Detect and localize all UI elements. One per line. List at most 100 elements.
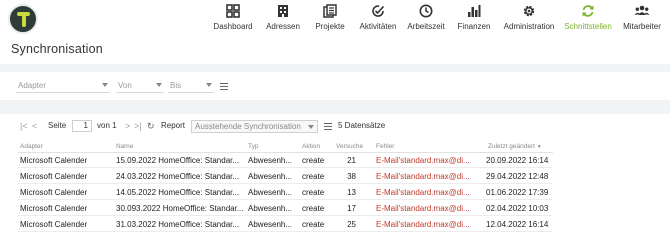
cell-typ: Abwesenh... [248, 188, 293, 197]
nav-schnittstellen-label: Schnittstellen [564, 22, 612, 31]
nav-finanzen[interactable]: Finanzen [453, 2, 495, 38]
sync-icon [581, 2, 595, 20]
nav-adressen-label: Adressen [266, 22, 300, 31]
von-select-value: Von [118, 81, 132, 90]
bar-chart-icon [467, 2, 481, 20]
cell-name: 31.03.2022 HomeOffice: Standar... [116, 220, 240, 229]
cell-typ: Abwesenh... [248, 220, 293, 229]
divider [0, 100, 670, 114]
table-row[interactable]: Microsoft Calender 14.05.2022 HomeOffice… [18, 185, 553, 200]
nav-arbeitszeit[interactable]: Arbeitszeit [404, 2, 448, 38]
adapter-select[interactable]: Adapter [16, 79, 110, 93]
cell-fehler: E-Mail'standard.max@di... [376, 156, 470, 165]
cell-aktion: create [302, 172, 325, 181]
cell-aktion: create [302, 220, 325, 229]
cell-name: 14.05.2022 HomeOffice: Standar... [116, 188, 240, 197]
column-header-name[interactable]: Name [116, 143, 133, 150]
bis-date-select[interactable]: Bis [168, 79, 214, 93]
cell-zuletzt: 20.09.2022 16:14 [486, 156, 549, 165]
dashboard-icon [226, 2, 240, 20]
nav-aktivitaeten[interactable]: Aktivitäten [355, 2, 401, 38]
nav-projekte[interactable]: Projekte [309, 2, 351, 38]
table-row[interactable]: Microsoft Calender 15.09.2022 HomeOffice… [18, 153, 553, 168]
table-row[interactable]: Microsoft Calender 24.03.2022 HomeOffice… [18, 169, 553, 184]
clock-icon [419, 2, 433, 20]
cell-typ: Abwesenh... [248, 204, 293, 213]
column-header-typ[interactable]: Typ [248, 143, 258, 150]
column-header-zuletzt-label: Zuletzt geändert [488, 143, 535, 150]
gear-icon [522, 2, 536, 20]
page-of-label: von 1 [97, 121, 117, 130]
von-date-select[interactable]: Von [116, 79, 164, 93]
table-row[interactable]: Microsoft Calender 30.093.2022 HomeOffic… [18, 201, 553, 216]
nav-administration[interactable]: Administration [500, 2, 558, 38]
report-select-value: Ausstehende Synchronisation [195, 122, 301, 131]
cell-name: 15.09.2022 HomeOffice: Standar... [116, 156, 240, 165]
cell-typ: Abwesenh... [248, 156, 293, 165]
table-row[interactable]: Microsoft Calender 31.03.2022 HomeOffice… [18, 217, 553, 232]
cell-adapter: Microsoft Calender [20, 220, 88, 229]
page-title: Synchronisation [11, 42, 103, 56]
nav-aktivitaeten-label: Aktivitäten [359, 22, 397, 31]
nav-mitarbeiter-label: Mitarbeiter [623, 22, 661, 31]
chevron-down-icon [102, 83, 108, 87]
cell-zuletzt: 12.04.2022 16:14 [486, 220, 549, 229]
projects-icon [323, 2, 337, 20]
report-menu-icon[interactable] [324, 123, 332, 130]
record-count: 5 Datensätze [338, 121, 386, 130]
last-page-icon[interactable]: >| [134, 120, 142, 132]
nav-adressen[interactable]: Adressen [261, 2, 305, 38]
cell-versuche: 25 [347, 220, 356, 229]
cell-versuche: 17 [347, 204, 356, 213]
cell-aktion: create [302, 188, 325, 197]
nav-dashboard-label: Dashboard [213, 22, 253, 31]
nav-dashboard[interactable]: Dashboard [211, 2, 255, 38]
filter-menu-icon[interactable] [220, 83, 228, 90]
divider [0, 64, 670, 72]
page-label: Seite [48, 121, 67, 130]
column-header-adapter[interactable]: Adapter [20, 143, 43, 150]
column-header-aktion[interactable]: Aktion [302, 143, 320, 150]
top-navigation-bar: Dashboard Adressen Projekte Aktivitäten … [0, 0, 670, 40]
next-page-icon[interactable]: > [125, 120, 130, 132]
sort-desc-icon: ▼ [536, 144, 542, 150]
column-header-versuche[interactable]: Versuche [336, 143, 363, 150]
nav-mitarbeiter[interactable]: Mitarbeiter [618, 2, 666, 38]
nav-projekte-label: Projekte [315, 22, 345, 31]
cell-adapter: Microsoft Calender [20, 172, 88, 181]
page-number-input[interactable]: 1 [72, 120, 92, 132]
activities-icon [371, 2, 385, 20]
cell-fehler: E-Mail'standard.max@di... [376, 220, 470, 229]
app-logo[interactable] [8, 4, 38, 34]
cell-adapter: Microsoft Calender [20, 188, 88, 197]
column-header-zuletzt-geaendert[interactable]: Zuletzt geändert ▼ [488, 143, 542, 150]
cell-adapter: Microsoft Calender [20, 156, 88, 165]
nav-administration-label: Administration [503, 22, 555, 31]
cell-versuche: 38 [347, 172, 356, 181]
cell-zuletzt: 02.04.2022 10:03 [486, 204, 549, 213]
nav-arbeitszeit-label: Arbeitszeit [407, 22, 445, 31]
users-icon [634, 2, 650, 20]
adapter-select-value: Adapter [18, 81, 47, 90]
chevron-down-icon [156, 83, 162, 87]
chevron-down-icon [308, 125, 314, 129]
column-header-fehler[interactable]: Fehler [376, 143, 394, 150]
prev-page-icon[interactable]: < [32, 120, 37, 132]
report-select[interactable]: Ausstehende Synchronisation [191, 120, 318, 133]
cell-name: 30.093.2022 HomeOffice: Standar... [116, 204, 244, 213]
cell-adapter: Microsoft Calender [20, 204, 88, 213]
first-page-icon[interactable]: |< [20, 120, 28, 132]
cell-fehler: E-Mail'standard.max@di... [376, 188, 470, 197]
nav-finanzen-label: Finanzen [457, 22, 491, 31]
cell-name: 24.03.2022 HomeOffice: Standar... [116, 172, 240, 181]
logo-t-icon [17, 10, 30, 28]
cell-typ: Abwesenh... [248, 172, 293, 181]
refresh-icon[interactable]: ↻ [147, 120, 155, 132]
nav-schnittstellen[interactable]: Schnittstellen [561, 2, 615, 38]
cell-zuletzt: 01.06.2022 17:39 [486, 188, 549, 197]
report-label: Report [161, 121, 186, 130]
cell-aktion: create [302, 156, 325, 165]
cell-fehler: E-Mail'standard.max@di... [376, 204, 470, 213]
cell-aktion: create [302, 204, 325, 213]
cell-fehler: E-Mail'standard.max@di... [376, 172, 470, 181]
